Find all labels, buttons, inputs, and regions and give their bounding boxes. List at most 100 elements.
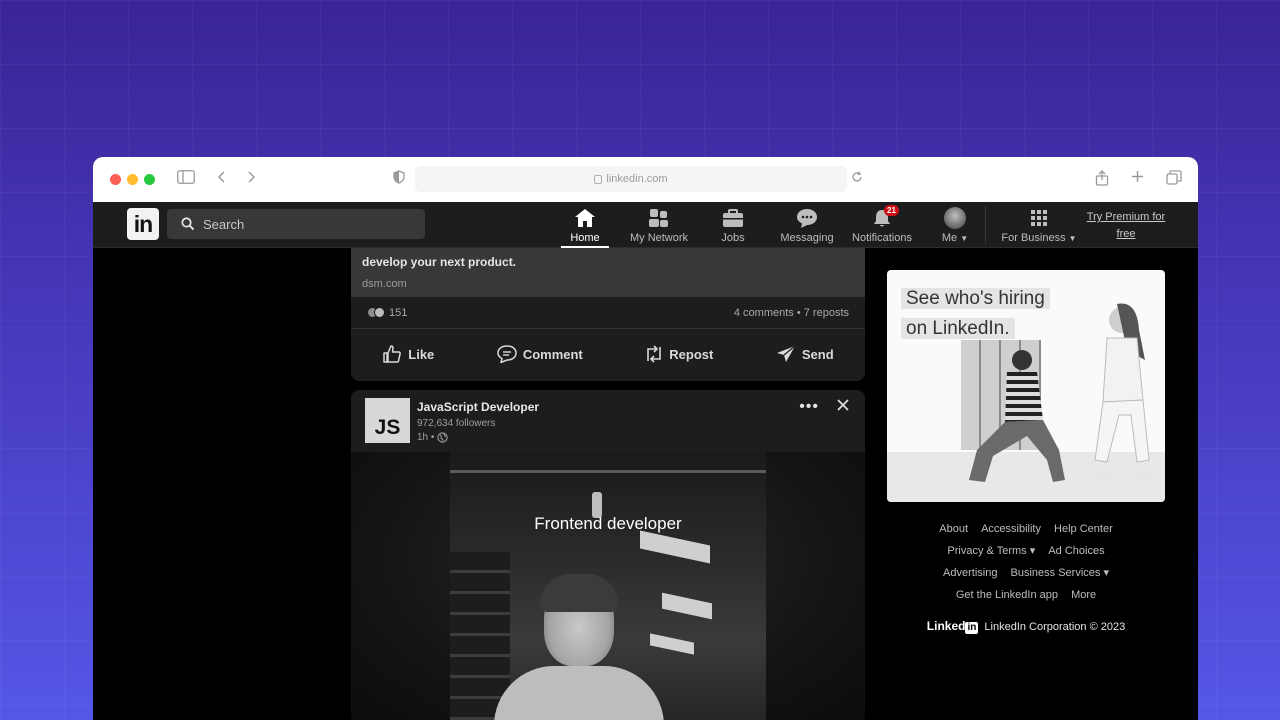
post-time: 1h • <box>417 432 449 443</box>
footer-linkedin-logo: Linked in <box>926 619 979 634</box>
people-icon <box>627 207 691 229</box>
nav-jobs-label: Jobs <box>721 232 745 244</box>
footer-link-business-services[interactable]: Business Services ▾ <box>1011 567 1109 579</box>
lock-icon <box>594 174 603 184</box>
ad-line2: on LinkedIn. <box>901 318 1015 339</box>
minimize-window-button[interactable] <box>127 174 138 185</box>
try-premium-link[interactable]: Try Premium for free <box>1083 209 1169 243</box>
comment-label: Comment <box>522 346 583 362</box>
zoom-window-button[interactable] <box>144 174 155 185</box>
reaction-icons <box>367 307 385 318</box>
bell-icon: 21 <box>847 205 917 229</box>
grid-apps-icon <box>1001 207 1077 229</box>
sidebar-toggle-icon[interactable] <box>177 170 195 189</box>
copyright: Linked in LinkedIn Corporation © 2023 <box>887 619 1165 634</box>
forward-chevron-icon[interactable] <box>246 170 256 189</box>
repost-icon <box>647 345 662 363</box>
avatar <box>939 207 971 229</box>
close-window-button[interactable] <box>110 174 121 185</box>
nav-jobs[interactable]: Jobs <box>717 207 749 244</box>
footer-link-advertising[interactable]: Advertising <box>943 567 997 579</box>
home-icon <box>569 207 601 229</box>
like-label: Like <box>408 346 435 362</box>
nav-me[interactable]: Me ▼ <box>939 207 971 244</box>
nav-notifications[interactable]: 21 Notifications <box>847 205 917 244</box>
nav-home-label: Home <box>570 232 600 244</box>
tab-overview-icon[interactable] <box>1166 170 1182 190</box>
briefcase-icon <box>717 207 749 229</box>
search-box[interactable]: Search <box>167 209 425 239</box>
repost-label: Repost <box>669 346 714 362</box>
linkedin-navbar: in Search Home My Network Jobs Messaging… <box>93 202 1198 248</box>
post-time-label: 1h • <box>417 432 435 443</box>
video-caption: Frontend developer <box>534 514 682 533</box>
ad-line1: See who's hiring <box>901 288 1050 309</box>
repost-button[interactable]: Repost <box>645 344 713 364</box>
globe-icon <box>437 432 449 443</box>
browser-toolbar: linkedin.com <box>93 157 1198 202</box>
nav-home[interactable]: Home <box>561 207 609 248</box>
ad-banner[interactable]: See who's hiring on LinkedIn. <box>887 270 1165 502</box>
send-button[interactable]: Send <box>776 345 834 363</box>
post-author[interactable]: JavaScript Developer <box>417 400 539 414</box>
social-counts: 151 4 comments • 7 reposts <box>351 297 865 329</box>
bookshelf-graphic <box>450 552 510 720</box>
reactions-count: 151 <box>389 306 408 319</box>
nav-divider <box>985 206 986 244</box>
feed: develop your next product. dsm.com 151 4… <box>351 248 865 720</box>
footer-link-about[interactable]: About <box>939 523 968 535</box>
ad-person-graphic <box>969 350 1065 482</box>
author-logo[interactable]: JS <box>365 398 410 443</box>
premium-line2: free <box>1116 228 1136 240</box>
search-icon <box>181 217 195 231</box>
chat-bubble-icon <box>777 207 837 229</box>
nav-messaging[interactable]: Messaging <box>777 207 837 244</box>
post-card: develop your next product. dsm.com 151 4… <box>351 248 865 381</box>
close-icon[interactable] <box>837 398 849 415</box>
nav-messaging-label: Messaging <box>780 232 834 244</box>
footer-link-get-app[interactable]: Get the LinkedIn app <box>956 589 1058 601</box>
nav-my-network[interactable]: My Network <box>627 207 691 244</box>
send-label: Send <box>801 346 834 362</box>
nav-for-business-label: For Business <box>1001 232 1066 244</box>
nav-for-business[interactable]: For Business ▼ <box>1001 207 1077 244</box>
comment-button[interactable]: Comment <box>497 345 583 363</box>
more-options-icon[interactable]: ••• <box>799 398 819 416</box>
comment-icon <box>497 345 517 363</box>
send-icon <box>776 345 796 362</box>
post-actions: Like Comment Repost Send <box>351 329 865 379</box>
new-tab-plus-icon[interactable] <box>1131 170 1144 188</box>
address-bar[interactable]: linkedin.com <box>415 166 847 192</box>
post-followers: 972,634 followers <box>417 418 496 429</box>
post-video[interactable]: Frontend developer <box>351 452 865 720</box>
back-chevron-icon[interactable] <box>217 170 227 189</box>
post-card: JS JavaScript Developer 972,634 follower… <box>351 390 865 720</box>
post-header: JS JavaScript Developer 972,634 follower… <box>351 390 865 452</box>
caret-down-icon: ▼ <box>1068 234 1077 243</box>
reactions-summary[interactable]: 151 <box>367 307 407 319</box>
search-input[interactable]: Search <box>203 217 244 232</box>
footer-link-ad-choices[interactable]: Ad Choices <box>1048 545 1104 557</box>
nav-my-network-label: My Network <box>629 232 689 244</box>
browser-window: linkedin.com in Search Home My Network J… <box>93 157 1198 720</box>
copyright-text: LinkedIn Corporation © 2023 <box>984 621 1126 633</box>
share-icon[interactable] <box>1095 170 1109 191</box>
notifications-badge: 21 <box>884 205 899 216</box>
comments-reposts-link[interactable]: 4 comments • 7 reposts <box>734 307 849 319</box>
nav-notifications-label: Notifications <box>852 232 912 244</box>
linkedin-logo[interactable]: in <box>127 208 159 240</box>
reaction-celebrate-icon <box>374 307 385 318</box>
window-controls <box>110 174 155 185</box>
footer-link-help-center[interactable]: Help Center <box>1054 523 1113 535</box>
person-body-graphic <box>494 666 664 720</box>
caret-down-icon: ▼ <box>960 234 969 243</box>
shield-icon[interactable] <box>393 170 405 189</box>
link-preview-domain: dsm.com <box>362 278 407 290</box>
footer-link-accessibility[interactable]: Accessibility <box>981 523 1041 535</box>
link-preview-title: develop your next product. <box>362 255 517 269</box>
footer-link-more[interactable]: More <box>1071 589 1096 601</box>
like-button[interactable]: Like <box>382 344 434 364</box>
footer-link-privacy-terms[interactable]: Privacy & Terms ▾ <box>947 545 1035 557</box>
link-preview[interactable]: develop your next product. dsm.com <box>351 248 865 297</box>
reload-icon[interactable] <box>851 170 863 188</box>
